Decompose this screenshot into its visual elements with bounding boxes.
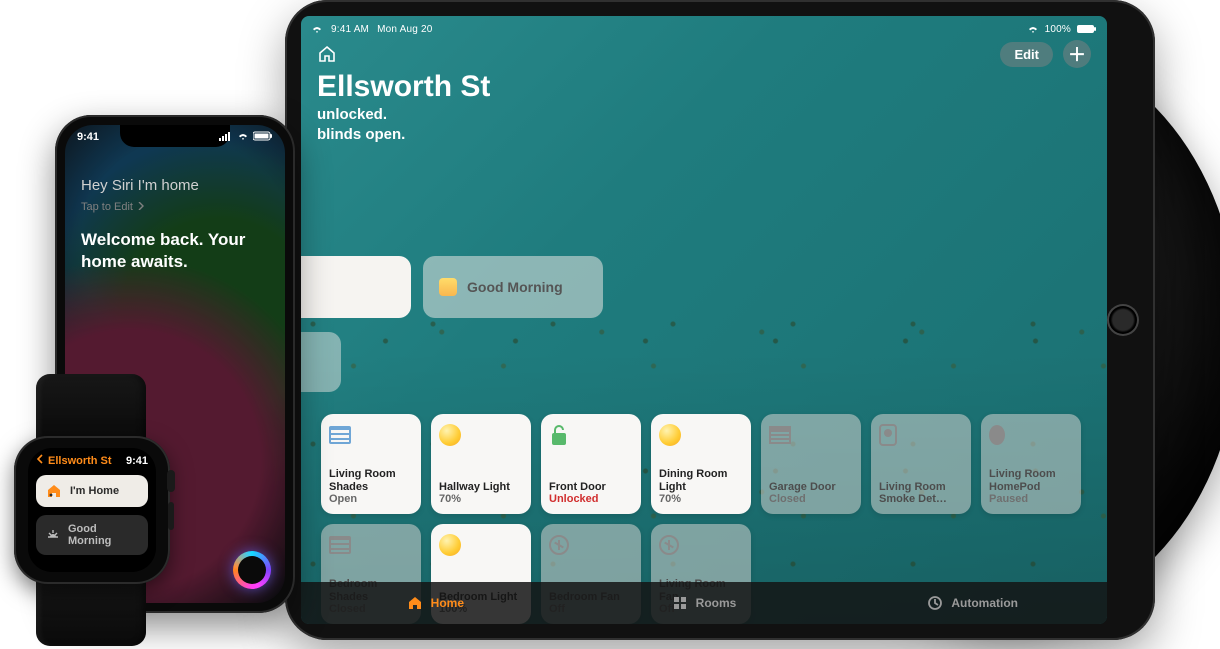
home-icon[interactable] (317, 44, 337, 64)
signal-icon (219, 131, 233, 144)
accessory-name: Front Door (549, 481, 633, 494)
tab-label: Automation (951, 596, 1018, 610)
wifi-icon (237, 131, 249, 144)
apple-watch-device: Ellsworth St 9:41 I'm Home Good Morning (14, 436, 170, 584)
tab-automation[interactable]: Automation (838, 595, 1107, 611)
home-title: Ellsworth St (317, 70, 490, 104)
scene-row: Good Morning (301, 256, 603, 318)
watch-screen: Ellsworth St 9:41 I'm Home Good Morning (28, 448, 156, 572)
watch-band (36, 574, 146, 646)
arrive-home-icon (46, 483, 62, 499)
watch-digital-crown[interactable] (167, 470, 175, 492)
shades-icon (329, 536, 351, 554)
watch-scene-good-morning[interactable]: Good Morning (36, 515, 148, 555)
accessory-name: Living Room HomePod (989, 468, 1073, 493)
edit-button-label: Edit (1014, 47, 1039, 62)
lock-open-icon (549, 423, 569, 447)
ipad-top-bar: Edit ＋ (317, 40, 1091, 68)
home-icon (407, 595, 423, 611)
homepod-icon (989, 425, 1005, 445)
fan-icon (659, 535, 679, 555)
accessory-name: Living Room Shades (329, 468, 413, 493)
accessory-tile[interactable]: Living Room HomePodPaused (981, 414, 1081, 514)
rooms-icon (672, 595, 688, 611)
garage-icon (769, 426, 791, 444)
siri-orb-icon[interactable] (233, 551, 271, 589)
watch-scene-label: I'm Home (70, 485, 119, 497)
accessory-name: Dining Room Light (659, 468, 743, 493)
add-button[interactable]: ＋ (1063, 40, 1091, 68)
accessory-name: Living Room Smoke Det… (879, 481, 963, 506)
ipad-tab-bar: Home Rooms Automation (301, 582, 1107, 624)
tab-label: Rooms (696, 596, 737, 610)
accessory-state: Paused (989, 493, 1073, 506)
watch-time: 9:41 (126, 455, 148, 467)
battery-icon (1077, 24, 1097, 34)
watch-scene-label: Good Morning (68, 523, 138, 547)
ipad-screen: 9:41 AM Mon Aug 20 100% Edit (301, 16, 1107, 624)
shades-icon (329, 426, 351, 444)
wifi-icon (311, 24, 323, 34)
lightbulb-icon (439, 424, 461, 446)
fan-icon (549, 535, 569, 555)
tab-home[interactable]: Home (301, 595, 570, 611)
wifi-icon (1027, 24, 1039, 34)
accessory-state: Unlocked (549, 493, 633, 506)
siri-response: Welcome back. Your home awaits. (81, 229, 261, 273)
accessory-tile[interactable]: Dining Room Light70% (651, 414, 751, 514)
accessory-tile[interactable]: Hallway Light70% (431, 414, 531, 514)
scene-card[interactable] (301, 256, 411, 318)
accessory-tile[interactable]: Living Room Smoke Det… (871, 414, 971, 514)
sunrise-icon (439, 278, 457, 296)
edit-button[interactable]: Edit (1000, 42, 1053, 67)
accessory-state: 70% (439, 493, 523, 506)
status-date: Mon Aug 20 (377, 24, 432, 35)
watch-side-button[interactable] (168, 502, 174, 530)
accessory-tile[interactable]: Living Room ShadesOpen (321, 414, 421, 514)
watch-band (36, 374, 146, 444)
iphone-status-bar: 9:41 (77, 131, 273, 144)
tap-to-edit-label: Tap to Edit (81, 201, 133, 213)
status-time: 9:41 (77, 131, 99, 144)
status-battery-pct: 100% (1045, 24, 1071, 35)
back-chevron-icon[interactable] (36, 454, 44, 467)
ipad-status-bar: 9:41 AM Mon Aug 20 100% (301, 20, 1107, 38)
plus-icon: ＋ (1068, 41, 1086, 67)
lightbulb-icon (439, 534, 461, 556)
siri-tap-to-edit[interactable]: Tap to Edit (81, 201, 145, 213)
sunrise-icon (46, 527, 60, 544)
siri-query: Hey Siri I'm home (81, 177, 199, 194)
chevron-right-icon (137, 201, 145, 213)
watch-scene-im-home[interactable]: I'm Home (36, 475, 148, 507)
accessory-state: 70% (659, 493, 743, 506)
lightbulb-icon (659, 424, 681, 446)
scene-good-morning[interactable]: Good Morning (423, 256, 603, 318)
watch-title-bar: Ellsworth St 9:41 (36, 454, 148, 467)
accessory-state: Open (329, 493, 413, 506)
accessory-name: Garage Door (769, 481, 853, 494)
home-status-line-1: unlocked. (317, 106, 387, 123)
accessory-state: Closed (769, 493, 853, 506)
status-time: 9:41 AM (331, 24, 369, 35)
automation-icon (927, 595, 943, 611)
accessory-tile[interactable]: Garage DoorClosed (761, 414, 861, 514)
watch-title: Ellsworth St (48, 455, 122, 467)
home-status-line-2: blinds open. (317, 126, 405, 143)
ipad-home-button[interactable] (1107, 304, 1139, 336)
ipad-device: 9:41 AM Mon Aug 20 100% Edit (285, 0, 1155, 640)
smoke-detector-icon (879, 424, 897, 446)
scene-card-partial[interactable] (301, 332, 341, 392)
battery-icon (253, 131, 273, 144)
scene-label: Good Morning (467, 279, 563, 295)
tab-label: Home (431, 596, 464, 610)
accessory-name: Hallway Light (439, 481, 523, 494)
tab-rooms[interactable]: Rooms (570, 595, 839, 611)
accessory-tile[interactable]: Front DoorUnlocked (541, 414, 641, 514)
